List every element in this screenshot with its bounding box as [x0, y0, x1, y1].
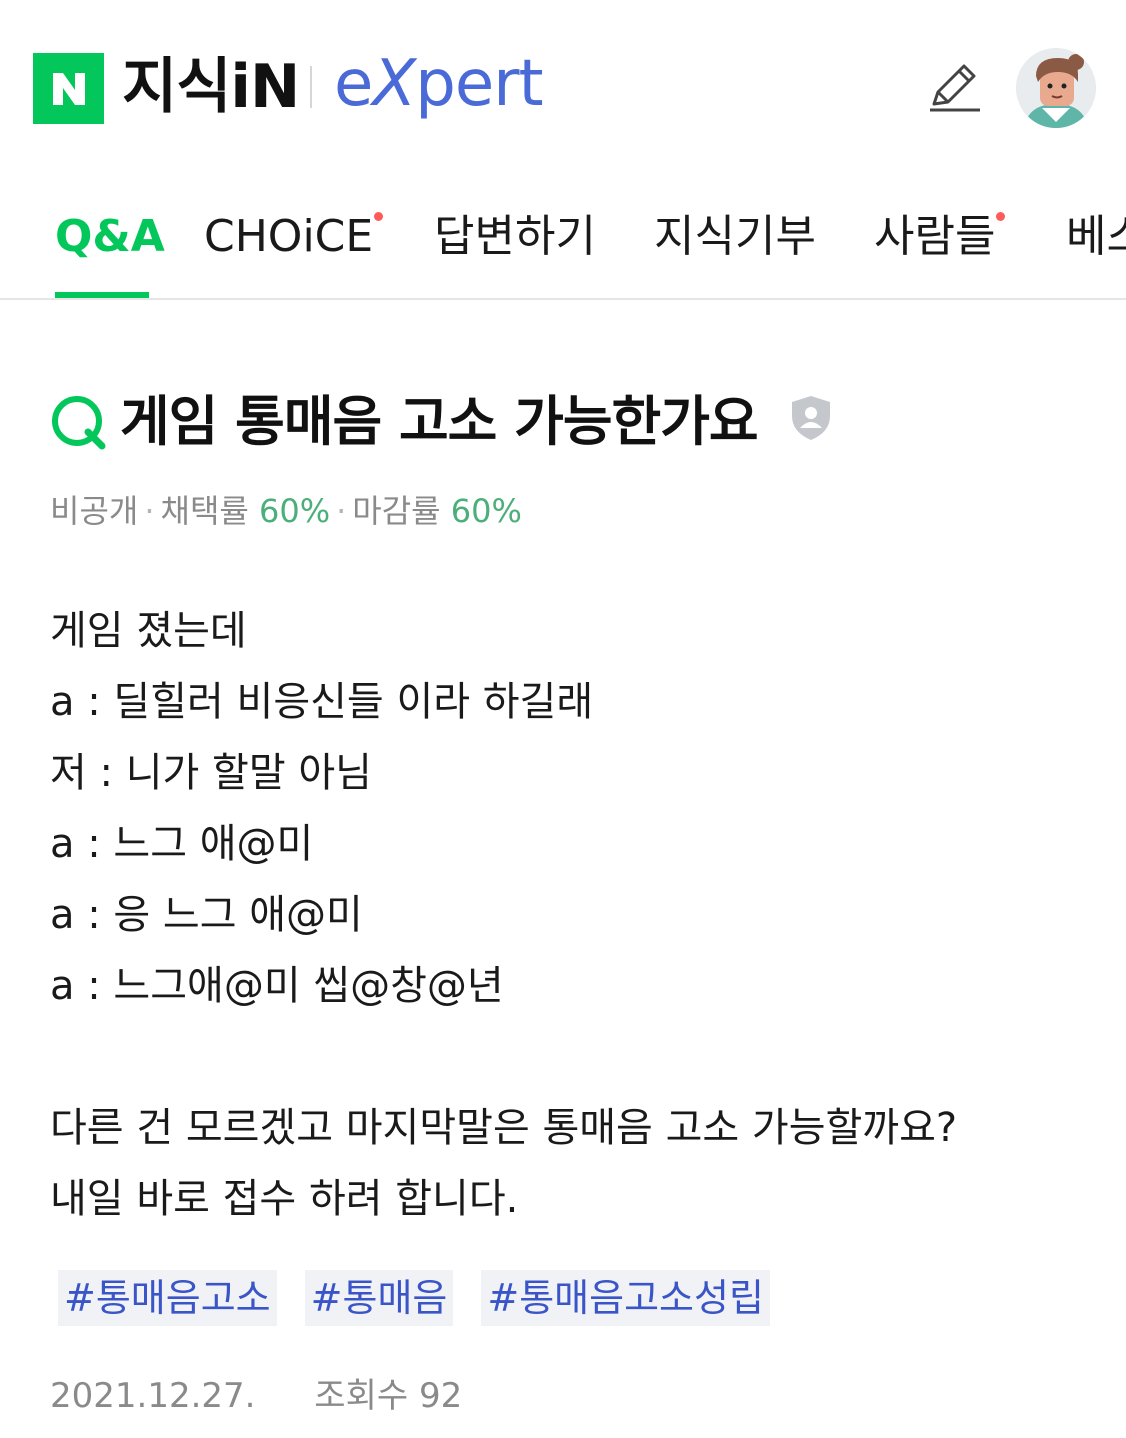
question-body: 게임 졌는데 a : 딜힐러 비응신들 이라 하길래 저 : 니가 할말 아님 … — [50, 596, 1090, 1235]
tag-list: #통매음고소 #통매음 #통매음고소성립 — [58, 1270, 770, 1326]
view-count-label: 조회수 — [314, 1376, 409, 1416]
active-tab-indicator — [55, 292, 149, 298]
question-header: 게임 통매음 고소 가능한가요 — [50, 388, 1110, 458]
notification-dot — [374, 212, 384, 221]
notification-dot — [996, 212, 1006, 221]
view-count: 92 — [418, 1376, 463, 1416]
tab-donation[interactable]: 지식기부 — [654, 210, 816, 264]
question-meta: 비공개 · 채택률 60% · 마감률 60% — [50, 490, 522, 532]
hashtag[interactable]: #통매음고소성립 — [481, 1270, 770, 1326]
tab-label: 베스 — [1066, 211, 1126, 262]
meta-separator: · — [336, 492, 347, 530]
adoption-rate-value: 60% — [259, 492, 331, 530]
body-line: 다른 건 모르겠고 마지막말은 통매음 고소 가능할까요? — [50, 1105, 958, 1151]
tab-answer[interactable]: 답변하기 — [434, 210, 596, 264]
tab-label: 지식기부 — [654, 211, 816, 262]
question-title: 게임 통매음 고소 가능한가요 — [120, 390, 759, 453]
expert-link[interactable]: eXpert — [334, 44, 544, 124]
body-line: a : 느그애@미 씹@창@년 — [50, 963, 504, 1009]
body-line: 저 : 니가 할말 아님 — [50, 750, 372, 796]
question-footer: 2021.12.27. 조회수 92 — [50, 1374, 462, 1418]
avatar[interactable] — [1016, 48, 1096, 128]
tab-label: Q&A — [55, 211, 165, 262]
hashtag[interactable]: #통매음고소 — [58, 1270, 277, 1326]
brand-divider — [310, 66, 312, 108]
main-tabs: Q&A CHOiCE 답변하기 지식기부 사람들 베스 — [0, 180, 1126, 300]
meta-separator: · — [144, 492, 155, 530]
question-q-icon — [50, 394, 106, 450]
post-date: 2021.12.27. — [50, 1376, 256, 1416]
closing-rate-value: 60% — [450, 492, 522, 530]
brand-title[interactable]: 지식iN — [122, 52, 300, 122]
tab-best[interactable]: 베스 — [1066, 210, 1126, 264]
hashtag[interactable]: #통매음 — [304, 1270, 454, 1326]
tab-label: 사람들 — [874, 211, 996, 262]
tab-choice[interactable]: CHOiCE — [204, 210, 384, 264]
adoption-rate-label: 채택률 — [160, 492, 249, 530]
private-shield-icon — [790, 394, 832, 442]
app-header: 지식iN eXpert — [0, 0, 1126, 170]
tab-label: 답변하기 — [434, 211, 596, 262]
body-line: 게임 졌는데 — [50, 608, 247, 654]
body-blank-line — [50, 1022, 1090, 1093]
naver-n-icon — [52, 72, 85, 105]
visibility-label: 비공개 — [50, 492, 139, 530]
body-line: a : 딜힐러 비응신들 이라 하길래 — [50, 679, 594, 725]
naver-logo[interactable] — [33, 53, 104, 124]
body-line: a : 응 느그 애@미 — [50, 892, 363, 938]
pencil-icon[interactable] — [924, 60, 984, 116]
closing-rate-label: 마감률 — [352, 492, 441, 530]
tab-people[interactable]: 사람들 — [874, 210, 1006, 264]
body-line: 내일 바로 접수 하려 합니다. — [50, 1176, 519, 1222]
body-line: a : 느그 애@미 — [50, 821, 314, 867]
tab-qna[interactable]: Q&A — [55, 210, 165, 264]
tab-label: CHOiCE — [204, 211, 374, 262]
